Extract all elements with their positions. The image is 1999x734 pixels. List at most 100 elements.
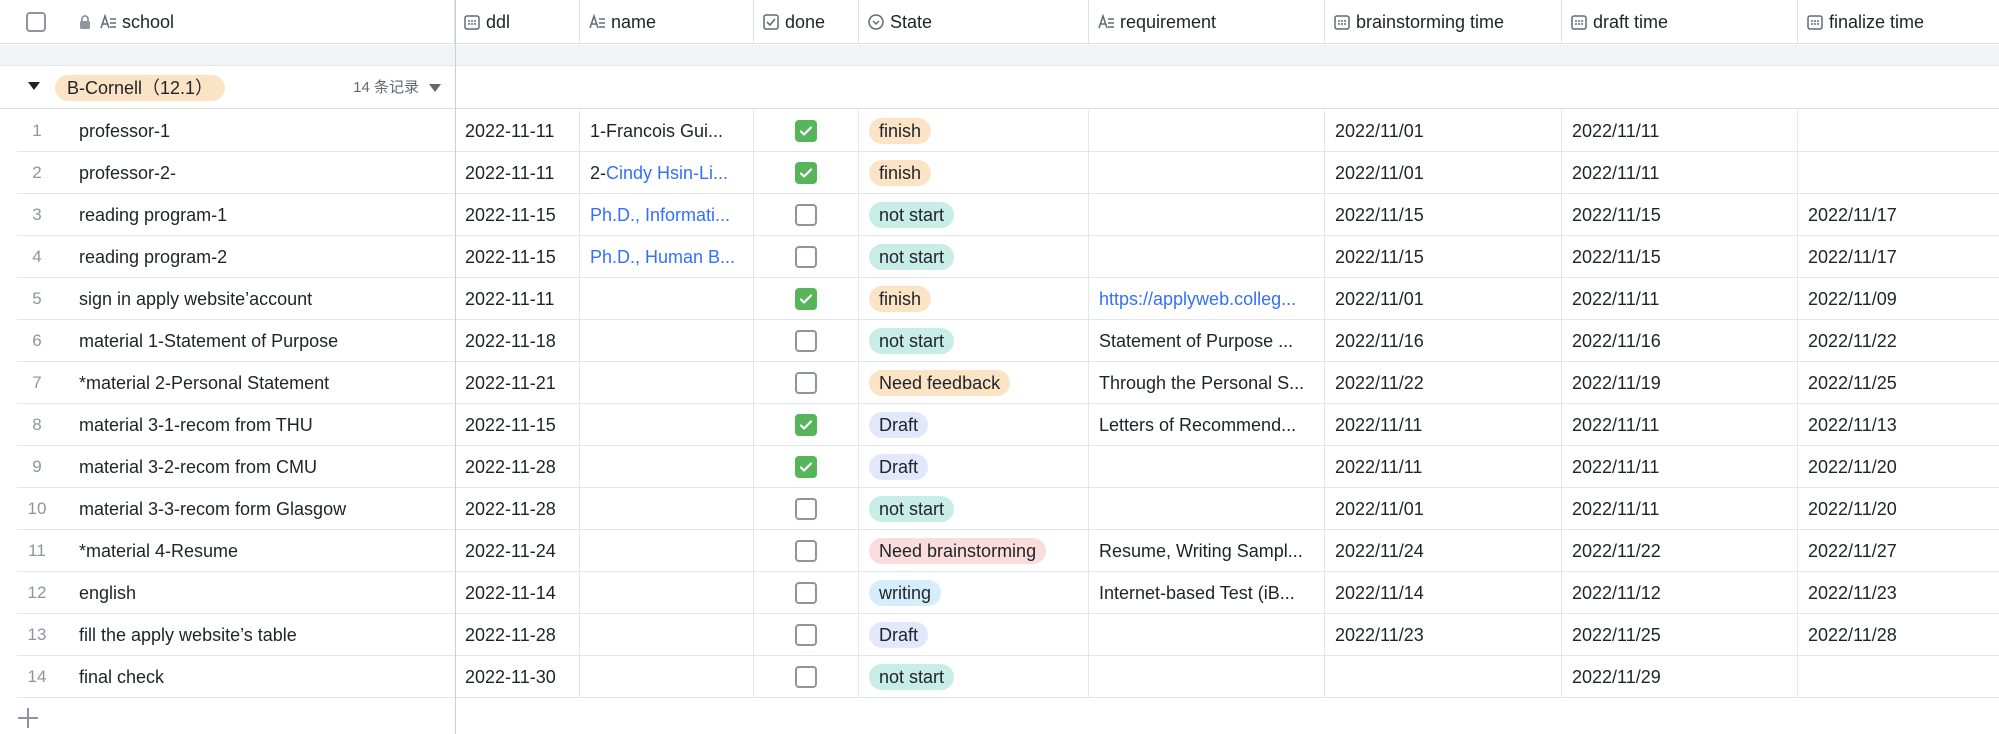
cell-brainstorming[interactable]: 2022/11/22 bbox=[1325, 362, 1562, 404]
table-row[interactable]: 11 *material 4-Resume 2022-11-24 Need brain… bbox=[0, 530, 1999, 572]
cell-ddl[interactable]: 2022-11-28 bbox=[455, 614, 580, 656]
cell-requirement[interactable]: Through the Personal S... bbox=[1089, 362, 1325, 404]
cell-brainstorming[interactable] bbox=[1325, 656, 1562, 698]
cell-state[interactable]: Draft bbox=[859, 404, 1089, 446]
cell-brainstorming[interactable]: 2022/11/15 bbox=[1325, 194, 1562, 236]
cell-state[interactable]: Need brainstorming bbox=[859, 530, 1089, 572]
cell-done[interactable] bbox=[754, 362, 859, 404]
cell-name[interactable] bbox=[580, 530, 754, 572]
cell-requirement[interactable] bbox=[1089, 110, 1325, 152]
cell-done[interactable] bbox=[754, 110, 859, 152]
cell-ddl[interactable]: 2022-11-15 bbox=[455, 404, 580, 446]
cell-brainstorming[interactable]: 2022/11/11 bbox=[1325, 446, 1562, 488]
cell-state[interactable]: Draft bbox=[859, 446, 1089, 488]
table-row[interactable]: 6 material 1-Statement of Purpose 2022-11-… bbox=[0, 320, 1999, 362]
cell-requirement[interactable] bbox=[1089, 656, 1325, 698]
table-row[interactable]: 4 reading program-2 2022-11-15 Ph.D., Human… bbox=[0, 236, 1999, 278]
cell-name[interactable] bbox=[580, 320, 754, 362]
cell-draft[interactable]: 2022/11/15 bbox=[1562, 236, 1798, 278]
table-row[interactable]: 8 material 3-1-recom from THU 2022-11-15 Dr… bbox=[0, 404, 1999, 446]
cell-ddl[interactable]: 2022-11-11 bbox=[455, 152, 580, 194]
cell-requirement[interactable] bbox=[1089, 194, 1325, 236]
cell-name[interactable]: Ph.D., Human B... bbox=[580, 236, 754, 278]
cell-state[interactable]: Need feedback bbox=[859, 362, 1089, 404]
cell-ddl[interactable]: 2022-11-18 bbox=[455, 320, 580, 362]
checked-checkbox[interactable] bbox=[795, 120, 817, 142]
cell-name[interactable]: 1-Francois Gui... bbox=[580, 110, 754, 152]
cell-school[interactable]: fill the apply website’s table bbox=[57, 614, 455, 656]
cell-requirement[interactable] bbox=[1089, 236, 1325, 278]
cell-ddl[interactable]: 2022-11-30 bbox=[455, 656, 580, 698]
cell-name[interactable] bbox=[580, 614, 754, 656]
cell-state[interactable]: finish bbox=[859, 278, 1089, 320]
table-row[interactable]: 13 fill the apply website’s table 2022-11-… bbox=[0, 614, 1999, 656]
cell-state[interactable]: finish bbox=[859, 110, 1089, 152]
cell-finalize[interactable]: 2022/11/17 bbox=[1798, 236, 1999, 278]
unchecked-checkbox[interactable] bbox=[795, 372, 817, 394]
cell-school[interactable]: material 3-2-recom from CMU bbox=[57, 446, 455, 488]
unchecked-checkbox[interactable] bbox=[795, 498, 817, 520]
cell-draft[interactable]: 2022/11/12 bbox=[1562, 572, 1798, 614]
cell-draft[interactable]: 2022/11/11 bbox=[1562, 110, 1798, 152]
cell-name[interactable] bbox=[580, 488, 754, 530]
cell-finalize[interactable]: 2022/11/22 bbox=[1798, 320, 1999, 362]
cell-finalize[interactable]: 2022/11/28 bbox=[1798, 614, 1999, 656]
header-draft-time[interactable]: draft time bbox=[1562, 0, 1798, 44]
cell-ddl[interactable]: 2022-11-15 bbox=[455, 194, 580, 236]
table-row[interactable]: 3 reading program-1 2022-11-15 Ph.D., Infor… bbox=[0, 194, 1999, 236]
cell-requirement[interactable]: https://applyweb.colleg... bbox=[1089, 278, 1325, 320]
cell-done[interactable] bbox=[754, 320, 859, 362]
cell-finalize[interactable]: 2022/11/25 bbox=[1798, 362, 1999, 404]
cell-finalize[interactable] bbox=[1798, 152, 1999, 194]
header-requirement[interactable]: requirement bbox=[1089, 0, 1325, 44]
cell-done[interactable] bbox=[754, 404, 859, 446]
cell-state[interactable]: not start bbox=[859, 488, 1089, 530]
cell-finalize[interactable]: 2022/11/17 bbox=[1798, 194, 1999, 236]
header-finalize-time[interactable]: finalize time bbox=[1798, 0, 1999, 44]
cell-requirement[interactable] bbox=[1089, 614, 1325, 656]
unchecked-checkbox[interactable] bbox=[795, 204, 817, 226]
cell-ddl[interactable]: 2022-11-14 bbox=[455, 572, 580, 614]
requirement-link[interactable]: https://applyweb.colleg... bbox=[1099, 289, 1296, 310]
cell-state[interactable]: not start bbox=[859, 236, 1089, 278]
checked-checkbox[interactable] bbox=[795, 288, 817, 310]
cell-requirement[interactable]: Letters of Recommend... bbox=[1089, 404, 1325, 446]
cell-brainstorming[interactable]: 2022/11/15 bbox=[1325, 236, 1562, 278]
cell-school[interactable]: sign in apply website’account bbox=[57, 278, 455, 320]
header-done[interactable]: done bbox=[754, 0, 859, 44]
cell-finalize[interactable]: 2022/11/23 bbox=[1798, 572, 1999, 614]
cell-school[interactable]: *material 4-Resume bbox=[57, 530, 455, 572]
header-state[interactable]: State bbox=[859, 0, 1089, 44]
cell-finalize[interactable]: 2022/11/09 bbox=[1798, 278, 1999, 320]
unchecked-checkbox[interactable] bbox=[795, 540, 817, 562]
table-row[interactable]: 2 professor-2- 2022-11-11 2- Cindy Hsin-Li..… bbox=[0, 152, 1999, 194]
cell-requirement[interactable] bbox=[1089, 152, 1325, 194]
cell-ddl[interactable]: 2022-11-21 bbox=[455, 362, 580, 404]
cell-finalize[interactable]: 2022/11/13 bbox=[1798, 404, 1999, 446]
cell-state[interactable]: writing bbox=[859, 572, 1089, 614]
table-row[interactable]: 12 english 2022-11-14 writing Internet-based… bbox=[0, 572, 1999, 614]
name-link[interactable]: Ph.D., Human B... bbox=[590, 247, 735, 268]
cell-draft[interactable]: 2022/11/15 bbox=[1562, 194, 1798, 236]
cell-requirement[interactable]: Statement of Purpose ... bbox=[1089, 320, 1325, 362]
cell-draft[interactable]: 2022/11/16 bbox=[1562, 320, 1798, 362]
cell-school[interactable]: reading program-2 bbox=[57, 236, 455, 278]
cell-brainstorming[interactable]: 2022/11/24 bbox=[1325, 530, 1562, 572]
cell-brainstorming[interactable]: 2022/11/16 bbox=[1325, 320, 1562, 362]
checked-checkbox[interactable] bbox=[795, 456, 817, 478]
cell-state[interactable]: not start bbox=[859, 194, 1089, 236]
cell-brainstorming[interactable]: 2022/11/01 bbox=[1325, 278, 1562, 320]
cell-school[interactable]: professor-1 bbox=[57, 110, 455, 152]
cell-school[interactable]: *material 2-Personal Statement bbox=[57, 362, 455, 404]
unchecked-checkbox[interactable] bbox=[795, 246, 817, 268]
cell-done[interactable] bbox=[754, 572, 859, 614]
cell-draft[interactable]: 2022/11/22 bbox=[1562, 530, 1798, 572]
cell-name[interactable] bbox=[580, 404, 754, 446]
cell-school[interactable]: reading program-1 bbox=[57, 194, 455, 236]
cell-finalize[interactable] bbox=[1798, 110, 1999, 152]
cell-name[interactable] bbox=[580, 446, 754, 488]
cell-draft[interactable]: 2022/11/11 bbox=[1562, 446, 1798, 488]
cell-draft[interactable]: 2022/11/11 bbox=[1562, 152, 1798, 194]
cell-brainstorming[interactable]: 2022/11/01 bbox=[1325, 152, 1562, 194]
table-row[interactable]: 1 professor-1 2022-11-11 1-Francois Gui... f… bbox=[0, 110, 1999, 152]
